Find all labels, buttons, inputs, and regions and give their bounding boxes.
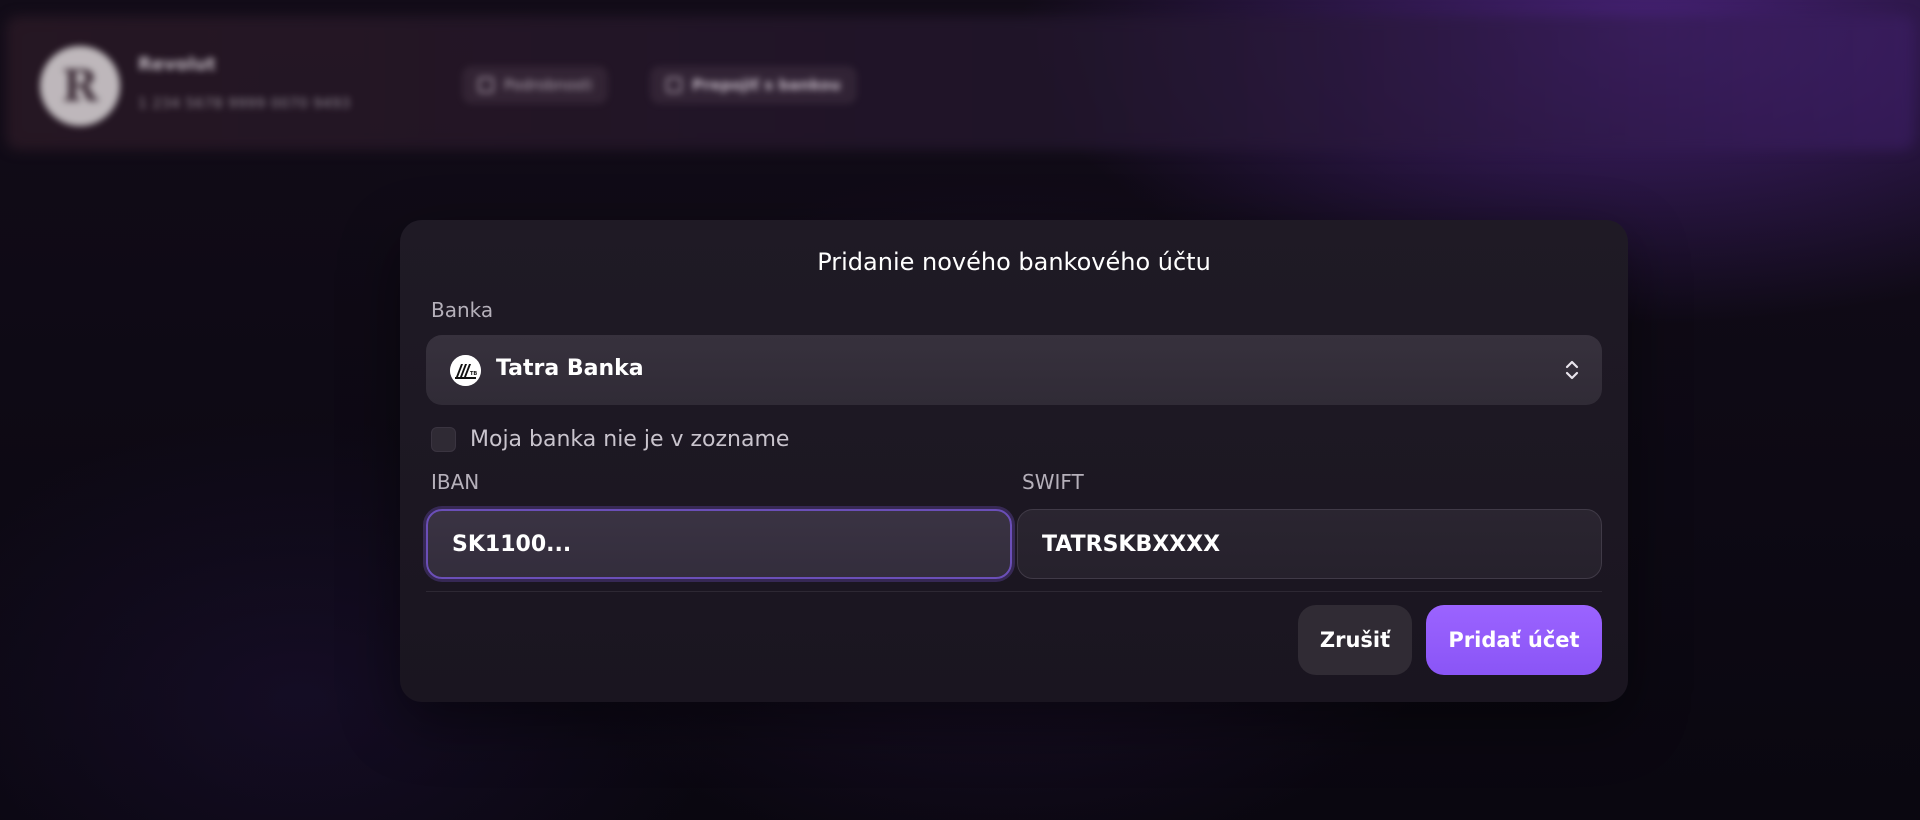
details-icon [478,77,494,93]
iban-label: IBAN [431,470,480,494]
details-button-label: Podrobnosti [504,76,593,94]
modal-title: Pridanie nového bankového účtu [817,248,1211,276]
connect-bank-button: Prepojiť s bankou [650,66,857,104]
bank-not-listed-option[interactable]: Moja banka nie je v zozname [431,424,789,454]
swift-input[interactable]: TATRSKBXXXX [1017,509,1602,579]
background-header-content: R Revolut 1 234 5678 9999 0070 9493 Podr… [0,0,1920,170]
chevron-up-down-icon [1564,357,1580,383]
profile-subtitle: 1 234 5678 9999 0070 9493 [138,96,351,112]
connect-bank-button-label: Prepojiť s bankou [692,76,841,94]
profile-name: Revolut [138,54,216,75]
bank-not-listed-checkbox[interactable] [431,426,456,452]
add-account-button[interactable]: Pridať účet [1426,605,1602,675]
bank-select[interactable]: TB Tatra Banka [426,335,1602,405]
add-bank-account-modal: Pridanie nového bankového účtu Banka TB … [400,220,1628,702]
svg-text:TB: TB [470,371,477,377]
swift-label: SWIFT [1022,470,1084,494]
divider [426,591,1602,592]
link-icon [666,77,682,93]
avatar: R [40,46,120,126]
details-button: Podrobnosti [462,66,609,104]
cancel-button[interactable]: Zrušiť [1298,605,1412,675]
iban-input[interactable]: SK1100... [426,509,1012,579]
bank-label: Banka [431,298,494,322]
tatra-banka-logo-icon: TB [450,355,481,386]
bank-not-listed-label: Moja banka nie je v zozname [470,426,790,452]
bank-select-value: Tatra Banka [496,356,644,381]
page: R Revolut 1 234 5678 9999 0070 9493 Podr… [0,0,1920,820]
